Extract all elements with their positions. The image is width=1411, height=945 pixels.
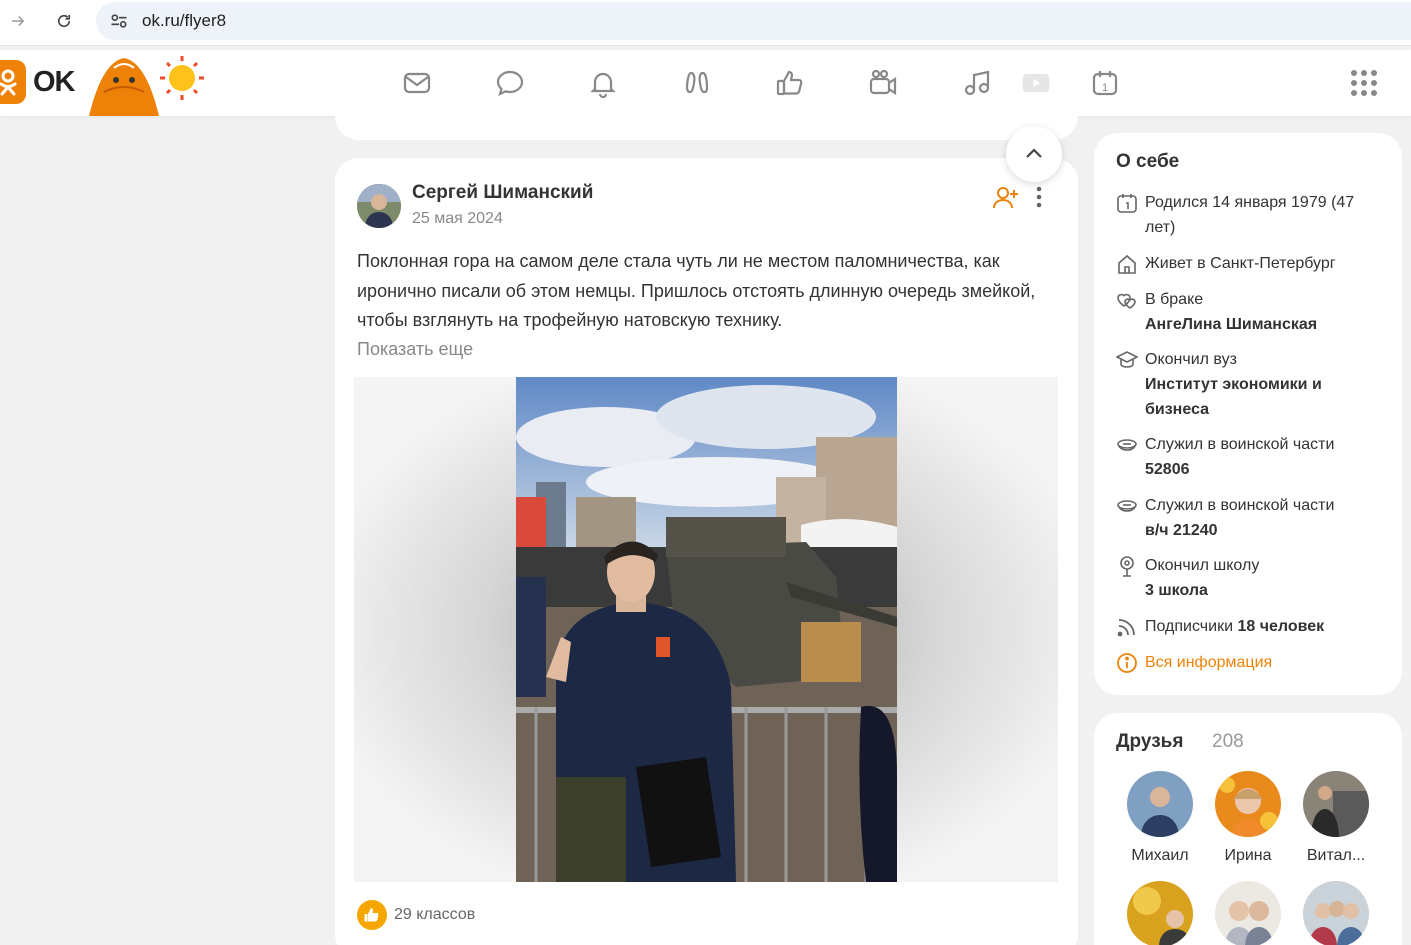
author-avatar[interactable] [357, 184, 401, 228]
about-school: Окончил школу 3 школа [1116, 553, 1386, 603]
all-info-link[interactable]: Вся информация [1116, 650, 1386, 675]
url-text: ok.ru/flyer8 [142, 11, 227, 30]
friend-avatar[interactable] [1303, 881, 1369, 945]
friend-name[interactable]: Михаил [1116, 847, 1204, 865]
address-bar[interactable]: ok.ru/flyer8 [96, 2, 1411, 40]
friend-item[interactable]: Ирина [1204, 771, 1292, 865]
site-settings-icon[interactable] [108, 10, 130, 32]
previous-post-card [335, 116, 1078, 140]
about-military-2: Служил в воинской части в/ч 21240 [1116, 493, 1386, 543]
friend-item[interactable]: Витал... [1292, 771, 1380, 865]
university-link[interactable]: Институт экономики и бизнеса [1145, 376, 1322, 418]
svg-text:1: 1 [1102, 82, 1108, 94]
mascot-icon [89, 56, 204, 116]
post-photo[interactable] [354, 377, 1058, 882]
friend-avatar[interactable] [1127, 881, 1193, 945]
post-text: Поклонная гора на самом деле стала чуть … [357, 251, 1036, 330]
site-header: OK 1 [0, 50, 1411, 116]
post-card: Сергей Шиманский 25 мая 2024 Поклонная г… [335, 158, 1078, 945]
about-subscribers[interactable]: Подписчики 18 человек [1116, 614, 1386, 639]
friend-avatar[interactable] [1127, 771, 1193, 837]
home-icon [1118, 254, 1136, 274]
photo-image [516, 377, 897, 882]
reload-button[interactable] [48, 5, 80, 37]
scroll-up-button[interactable] [1006, 126, 1062, 182]
friend-item[interactable] [1116, 881, 1204, 945]
class-like-icon[interactable] [357, 900, 387, 930]
friend-name[interactable]: Ирина [1204, 847, 1292, 865]
friend-avatar[interactable] [1303, 771, 1369, 837]
school-icon [1120, 556, 1134, 577]
graduation-cap-icon [1116, 351, 1138, 368]
logo-text[interactable]: OK [33, 66, 75, 99]
friend-item[interactable]: Михаил [1116, 771, 1204, 865]
military-unit-link-2[interactable]: в/ч 21240 [1145, 522, 1218, 539]
video-icon[interactable] [1018, 66, 1054, 100]
mail-icon[interactable] [400, 66, 434, 100]
apps-grid-icon[interactable] [1349, 68, 1379, 98]
calendar-icon [1117, 194, 1137, 213]
add-friend-icon[interactable] [993, 184, 1019, 210]
post-author-name[interactable]: Сергей Шиманский [412, 182, 593, 204]
about-marriage: В браке АнгеЛина Шиманская [1116, 287, 1386, 337]
friend-avatar[interactable] [1215, 771, 1281, 837]
like-icon[interactable] [773, 66, 807, 100]
friends-count[interactable]: 208 [1212, 731, 1244, 753]
camera-icon[interactable] [866, 66, 900, 100]
about-card: О себе Родился 14 января 1979 (47 лет) Ж… [1094, 133, 1402, 695]
post-date[interactable]: 25 мая 2024 [412, 210, 503, 228]
reload-icon [57, 14, 71, 28]
rss-icon [1117, 619, 1135, 637]
likes-row[interactable]: 29 классов [357, 900, 475, 930]
likes-count[interactable]: 29 классов [394, 906, 475, 924]
hearts-icon [1117, 293, 1136, 309]
forward-button[interactable] [2, 5, 34, 37]
friend-item[interactable] [1204, 881, 1292, 945]
bell-icon[interactable] [586, 66, 620, 100]
military-cap-icon [1117, 500, 1137, 512]
military-cap-icon [1117, 439, 1137, 451]
guests-icon[interactable] [680, 66, 714, 100]
chat-icon[interactable] [493, 66, 527, 100]
friends-card: Друзья 208 Михаил Ирина Витал... [1094, 713, 1402, 945]
about-title: О себе [1116, 151, 1180, 172]
about-birth: Родился 14 января 1979 (47 лет) [1116, 190, 1386, 240]
about-military-1: Служил в воинской части 52806 [1116, 432, 1386, 482]
info-icon [1117, 653, 1137, 673]
military-unit-link-1[interactable]: 52806 [1145, 461, 1190, 478]
browser-toolbar: ok.ru/flyer8 [0, 0, 1411, 46]
music-icon[interactable] [960, 66, 994, 100]
ok-logo-icon[interactable] [0, 60, 26, 104]
show-more-link[interactable]: Показать еще [357, 339, 473, 360]
chevron-up-icon [1026, 148, 1042, 158]
friend-name[interactable]: Витал... [1292, 847, 1380, 865]
calendar-icon[interactable]: 1 [1088, 66, 1122, 100]
spouse-link[interactable]: АнгеЛина Шиманская [1145, 316, 1317, 333]
more-options-icon[interactable] [1029, 184, 1049, 210]
friend-item[interactable] [1292, 881, 1380, 945]
arrow-right-icon [12, 15, 25, 27]
about-location: Живет в Санкт-Петербург [1116, 251, 1386, 276]
friend-avatar[interactable] [1215, 881, 1281, 945]
about-university: Окончил вуз Институт экономики и бизнеса [1116, 347, 1386, 422]
school-link[interactable]: 3 школа [1145, 582, 1208, 599]
friends-title[interactable]: Друзья [1116, 731, 1183, 753]
